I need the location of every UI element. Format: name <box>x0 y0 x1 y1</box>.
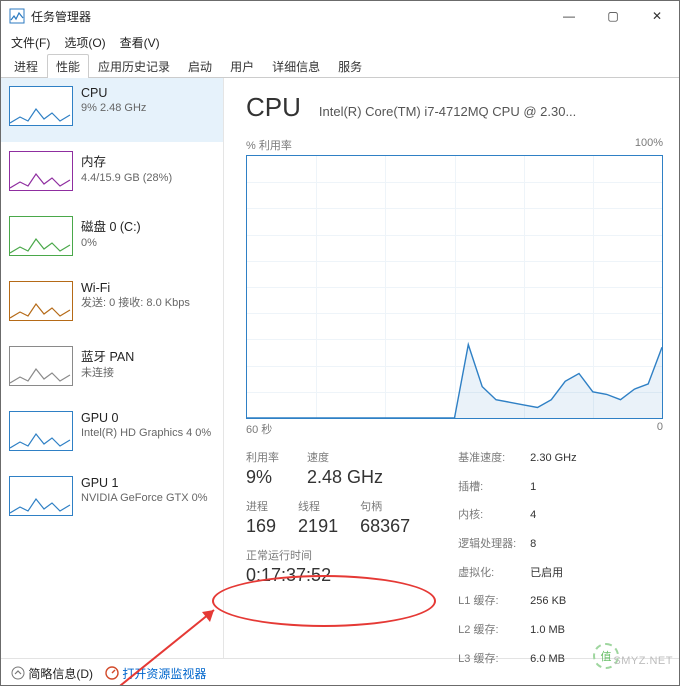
menu-options[interactable]: 选项(O) <box>64 34 105 51</box>
sidebar-item-sub: Intel(R) HD Graphics 4 0% <box>81 427 211 441</box>
sidebar: CPU 9% 2.48 GHz 内存 4.4/15.9 GB (28%) 磁盘 0 (C… <box>1 78 224 658</box>
window-title: 任务管理器 <box>31 8 547 25</box>
sidebar-item-4[interactable]: 蓝牙 PAN 未连接 <box>1 338 223 403</box>
sidebar-thumb-icon <box>9 281 73 321</box>
chevron-up-circle-icon <box>11 666 25 680</box>
sidebar-item-title: GPU 1 <box>81 476 208 490</box>
sidebar-item-sub: 4.4/15.9 GB (28%) <box>81 172 172 186</box>
tab-2[interactable]: 应用历史记录 <box>89 54 179 78</box>
sidebar-item-title: 磁盘 0 (C:) <box>81 216 141 235</box>
stat-handles-value: 68367 <box>360 516 410 537</box>
stat-threads-value: 2191 <box>298 516 338 537</box>
sidebar-thumb-icon <box>9 346 73 386</box>
sidebar-item-sub: NVIDIA GeForce GTX 0% <box>81 492 208 506</box>
main-panel: CPU Intel(R) Core(TM) i7-4712MQ CPU @ 2.… <box>224 78 679 658</box>
window-maximize-button[interactable]: ▢ <box>591 1 635 31</box>
spec-row: 逻辑处理器:8 <box>458 535 576 554</box>
metric-title: CPU <box>246 92 301 123</box>
sidebar-thumb-icon <box>9 411 73 451</box>
sidebar-item-6[interactable]: GPU 1 NVIDIA GeForce GTX 0% <box>1 468 223 533</box>
sidebar-item-3[interactable]: Wi-Fi 发送: 0 接收: 8.0 Kbps <box>1 273 223 338</box>
sidebar-item-title: CPU <box>81 86 146 100</box>
stat-utilization-value: 9% <box>246 467 279 488</box>
sidebar-item-title: 内存 <box>81 151 172 170</box>
app-icon <box>9 8 25 24</box>
fewer-details-toggle[interactable]: 简略信息(D) <box>11 665 93 682</box>
sidebar-item-title: 蓝牙 PAN <box>81 346 134 365</box>
stat-processes-label: 进程 <box>246 498 276 514</box>
spec-row: 内核:4 <box>458 506 576 525</box>
tab-4[interactable]: 用户 <box>221 54 263 78</box>
sidebar-item-title: GPU 0 <box>81 411 211 425</box>
tab-strip: 进程性能应用历史记录启动用户详细信息服务 <box>1 53 679 78</box>
resource-monitor-icon <box>105 666 119 680</box>
utilization-chart[interactable] <box>246 155 663 419</box>
titlebar[interactable]: 任务管理器 — ▢ ✕ <box>1 1 679 31</box>
task-manager-window: 任务管理器 — ▢ ✕ 文件(F) 选项(O) 查看(V) 进程性能应用历史记录… <box>0 0 680 686</box>
chart-axis-bottom-right: 0 <box>657 421 663 437</box>
tab-1[interactable]: 性能 <box>47 54 89 78</box>
window-minimize-button[interactable]: — <box>547 1 591 31</box>
stat-processes-value: 169 <box>246 516 276 537</box>
sidebar-thumb-icon <box>9 86 73 126</box>
spec-row: 基准速度:2.30 GHz <box>458 449 576 468</box>
sidebar-item-0[interactable]: CPU 9% 2.48 GHz <box>1 78 223 143</box>
spec-row: 虚拟化:已启用 <box>458 564 576 583</box>
stat-threads-label: 线程 <box>298 498 338 514</box>
sidebar-thumb-icon <box>9 216 73 256</box>
stat-handles-label: 句柄 <box>360 498 410 514</box>
menu-view[interactable]: 查看(V) <box>120 34 160 51</box>
sidebar-thumb-icon <box>9 151 73 191</box>
metric-subtitle: Intel(R) Core(TM) i7-4712MQ CPU @ 2.30..… <box>319 104 576 119</box>
sidebar-item-sub: 0% <box>81 237 141 251</box>
spec-list: 基准速度:2.30 GHz 插槽:1 内核:4 逻辑处理器:8 虚拟化:已启用 L1 缓存… <box>458 449 576 669</box>
chart-axis-top-right: 100% <box>635 137 663 153</box>
window-close-button[interactable]: ✕ <box>635 1 679 31</box>
spec-row: 插槽:1 <box>458 478 576 497</box>
chart-axis-bottom-left: 60 秒 <box>246 421 272 437</box>
spec-row: L3 缓存:6.0 MB <box>458 650 576 669</box>
sidebar-item-2[interactable]: 磁盘 0 (C:) 0% <box>1 208 223 273</box>
sidebar-item-sub: 未连接 <box>81 367 134 381</box>
stat-uptime-value: 0:17:37:52 <box>246 565 410 586</box>
open-resource-monitor-link[interactable]: 打开资源监视器 <box>105 665 206 682</box>
sidebar-item-1[interactable]: 内存 4.4/15.9 GB (28%) <box>1 143 223 208</box>
menu-file[interactable]: 文件(F) <box>11 34 50 51</box>
spec-row: L2 缓存:1.0 MB <box>458 621 576 640</box>
chart-axis-top-left: % 利用率 <box>246 137 292 153</box>
tab-6[interactable]: 服务 <box>329 54 371 78</box>
sidebar-thumb-icon <box>9 476 73 516</box>
menu-bar: 文件(F) 选项(O) 查看(V) <box>1 31 679 53</box>
sidebar-item-sub: 9% 2.48 GHz <box>81 102 146 116</box>
sidebar-item-title: Wi-Fi <box>81 281 190 295</box>
spec-row: L1 缓存:256 KB <box>458 592 576 611</box>
tab-3[interactable]: 启动 <box>179 54 221 78</box>
tab-5[interactable]: 详细信息 <box>263 54 329 78</box>
tab-0[interactable]: 进程 <box>5 54 47 78</box>
stat-uptime-label: 正常运行时间 <box>246 547 410 563</box>
stat-speed-value: 2.48 GHz <box>307 467 383 488</box>
sidebar-item-5[interactable]: GPU 0 Intel(R) HD Graphics 4 0% <box>1 403 223 468</box>
stat-speed-label: 速度 <box>307 449 383 465</box>
sidebar-item-sub: 发送: 0 接收: 8.0 Kbps <box>81 297 190 311</box>
stat-utilization-label: 利用率 <box>246 449 279 465</box>
